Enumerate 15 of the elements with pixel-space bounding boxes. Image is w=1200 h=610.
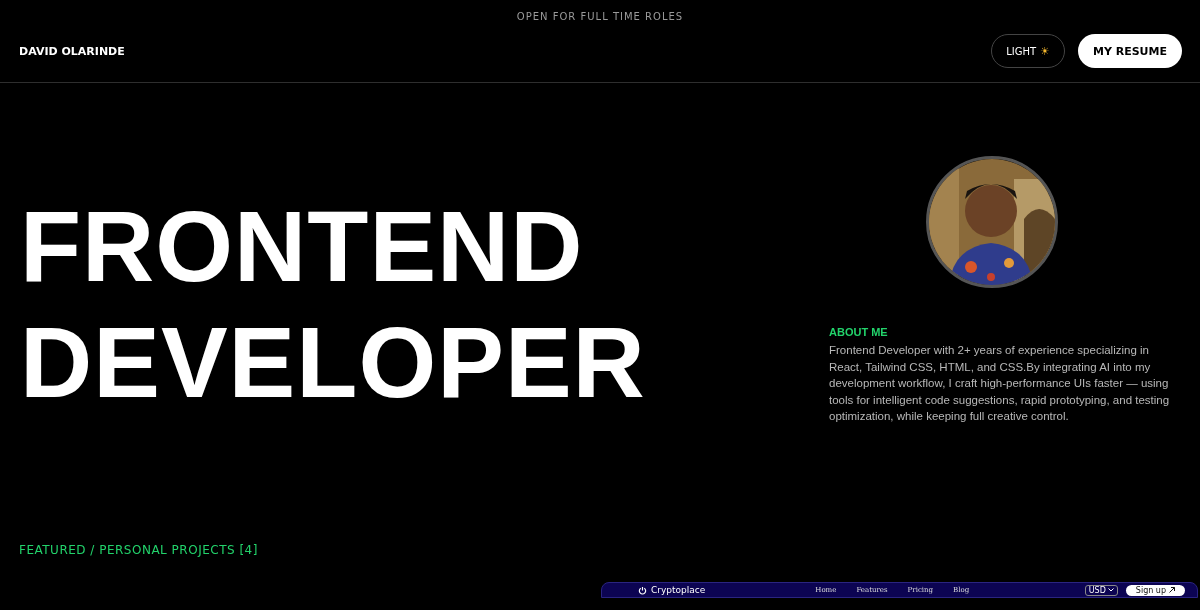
preview-logo: Cryptoplace: [638, 585, 706, 595]
theme-toggle-button[interactable]: LIGHT ☀: [991, 34, 1065, 68]
hero-title: DEVELOPER: [20, 305, 646, 420]
resume-button[interactable]: MY RESUME: [1077, 34, 1182, 68]
arrow-up-right-icon: [1169, 587, 1175, 593]
power-icon: [638, 585, 647, 595]
currency-select: USD: [1084, 584, 1118, 596]
chevron-down-icon: [1107, 588, 1114, 592]
about-text: Frontend Developer with 2+ years of experience specializing in React, Tailwind CSS, HTML, and CSS.By integrating AI into my development workflow, I craft high-performance UIs faster — using tools for intelligent code suggestions, rapid prototyping, and testing optimization, while keeping full creative control.: [829, 343, 1171, 424]
projects-heading: FEATURED / PERSONAL PROJECTS [4]: [19, 543, 259, 557]
site-name[interactable]: DAVID OLARINDE: [19, 44, 125, 58]
signup-button: Sign up: [1125, 584, 1185, 596]
hero-title: FRONTEND: [20, 189, 585, 304]
availability-label: OPEN FOR FULL TIME ROLES: [516, 11, 684, 22]
about-heading: ABOUT ME: [829, 326, 889, 338]
